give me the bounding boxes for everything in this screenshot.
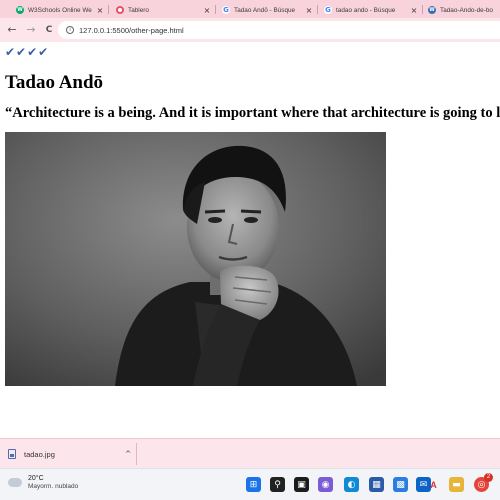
- address-url[interactable]: 127.0.0.1:5500/other-page.html: [79, 26, 184, 35]
- reload-button[interactable]: C: [42, 23, 56, 37]
- google-favicon-icon: G: [222, 6, 230, 14]
- tab-tadao-ando-search-2[interactable]: G tadao ando - Búsque ×: [320, 2, 419, 18]
- weather-description: Mayorm. nublado: [28, 482, 79, 490]
- tab-title: tadao ando - Búsque: [336, 6, 396, 14]
- tab-tadao-ando-wordpress[interactable]: W Tadao-Ando-de-bo: [424, 2, 500, 18]
- tab-divider: [108, 5, 109, 14]
- tab-tablero[interactable]: Tablero ×: [112, 2, 212, 18]
- tablero-favicon-icon: [116, 6, 124, 14]
- close-tab-icon[interactable]: ×: [202, 6, 212, 15]
- folder-icon[interactable]: ▬: [449, 477, 464, 492]
- download-item[interactable]: tadao.jpg ^: [8, 444, 134, 464]
- download-shelf: tadao.jpg ^: [0, 438, 500, 468]
- close-tab-icon[interactable]: ×: [409, 6, 419, 15]
- tab-divider: [215, 5, 216, 14]
- forward-button[interactable]: →: [24, 23, 38, 37]
- download-divider: [136, 443, 137, 465]
- site-info-icon[interactable]: i: [66, 26, 74, 34]
- notification-badge: 2: [484, 473, 493, 482]
- close-tab-icon[interactable]: ×: [304, 6, 314, 15]
- tab-title: Tadao-Ando-de-bo: [440, 6, 493, 14]
- checkmark-icons: ✔✔✔✔: [5, 45, 50, 59]
- wordpress-favicon-icon: W: [428, 6, 436, 14]
- tab-title: Tablero: [128, 6, 149, 14]
- tab-divider: [422, 5, 423, 14]
- address-bar[interactable]: i 127.0.0.1:5500/other-page.html: [58, 21, 500, 39]
- web-page-content: ✔✔✔✔ Tadao Andō “Architecture is a being…: [0, 42, 500, 438]
- video-call-icon[interactable]: ◉: [318, 477, 333, 492]
- google-favicon-icon: G: [324, 6, 332, 14]
- tab-title: W3Schools Online We: [28, 6, 92, 14]
- w3schools-favicon-icon: W: [16, 6, 24, 14]
- tab-title: Tadao Andō - Búsque: [234, 6, 296, 14]
- search-icon[interactable]: ⚲: [270, 477, 285, 492]
- partly-cloudy-icon: [8, 473, 22, 487]
- weather-widget[interactable]: 20°C Mayorm. nublado: [8, 473, 79, 490]
- edge-browser-icon[interactable]: ◐: [344, 477, 359, 492]
- chevron-up-icon[interactable]: ^: [122, 450, 134, 458]
- store-icon[interactable]: ▦: [369, 477, 384, 492]
- portrait-image: [5, 132, 386, 386]
- adobe-icon[interactable]: A: [426, 477, 441, 492]
- back-button[interactable]: ←: [5, 23, 19, 37]
- tab-tadao-ando-search[interactable]: G Tadao Andō - Búsque ×: [218, 2, 314, 18]
- image-file-icon: [8, 449, 16, 459]
- windows-start-icon[interactable]: ⊞: [246, 477, 261, 492]
- portrait-photo: [5, 132, 386, 386]
- weather-temperature: 20°C: [28, 475, 44, 482]
- photos-icon[interactable]: ▩: [393, 477, 408, 492]
- browser-toolbar: ← → C i 127.0.0.1:5500/other-page.html: [0, 18, 500, 42]
- tab-w3schools[interactable]: W W3Schools Online We ×: [12, 2, 105, 18]
- tab-divider: [317, 5, 318, 14]
- download-file-name[interactable]: tadao.jpg: [24, 450, 122, 459]
- architecture-quote: “Architecture is a being. And it is impo…: [5, 105, 500, 121]
- windows-taskbar: 20°C Mayorm. nublado ⊞ ⚲ ▣ ◉ ◐ ▦ ▩ ✉ A ▬…: [0, 468, 500, 500]
- file-explorer-icon[interactable]: ▣: [294, 477, 309, 492]
- page-title: Tadao Andō: [5, 72, 104, 93]
- browser-tab-strip: W W3Schools Online We × Tablero × G Tada…: [0, 0, 500, 18]
- close-tab-icon[interactable]: ×: [95, 6, 105, 15]
